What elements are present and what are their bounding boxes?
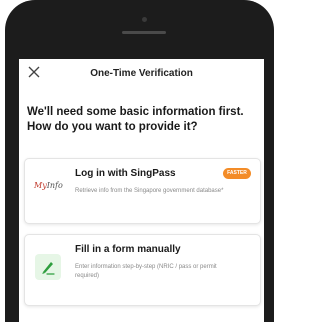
myinfo-logo-main: My (34, 181, 47, 190)
earpiece-speaker (122, 31, 166, 34)
close-icon[interactable] (27, 65, 41, 79)
singpass-option-description: Retrieve info from the Singapore governm… (75, 188, 224, 194)
manual-form-option-title: Fill in a form manually (75, 244, 181, 255)
pencil-icon (42, 262, 55, 275)
dialog-title: One-Time Verification (90, 68, 193, 79)
front-camera (142, 17, 147, 22)
dialog-header: One-Time Verification (19, 59, 264, 91)
faster-badge: FASTER (223, 168, 251, 179)
pencil-icon-container (35, 254, 61, 280)
singpass-option-card[interactable]: MyInfo Log in with SingPass FASTER Retri… (24, 158, 261, 224)
singpass-option-title: Log in with SingPass (75, 168, 176, 179)
manual-form-option-card[interactable]: Fill in a form manually Enter informatio… (24, 234, 261, 306)
screen: One-Time Verification We'll need some ba… (19, 59, 264, 322)
myinfo-logo-tail: Info (46, 181, 63, 190)
dialog-heading: We'll need some basic information first.… (27, 106, 244, 133)
phone-frame: One-Time Verification We'll need some ba… (0, 0, 279, 322)
myinfo-logo: MyInfo (34, 181, 63, 190)
manual-form-option-description: Enter information step-by-step (NRIC / p… (75, 264, 217, 279)
